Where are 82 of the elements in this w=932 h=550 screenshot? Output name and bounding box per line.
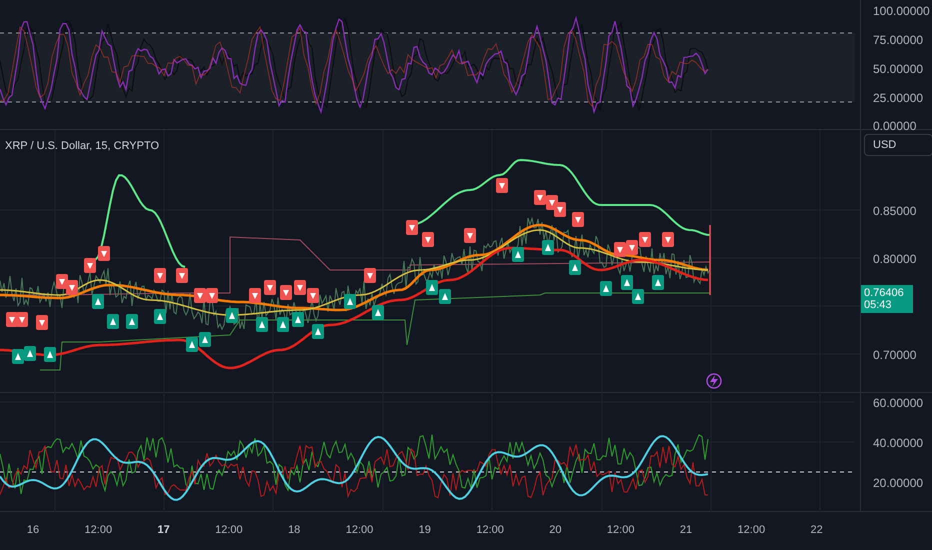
buy-signal-icon — [107, 314, 119, 329]
buy-signal-icon — [226, 308, 238, 323]
sell-signal-icon — [534, 190, 546, 205]
sell-signal-icon — [639, 232, 651, 247]
currency-button[interactable]: USD — [864, 134, 932, 156]
sell-signal-icon — [364, 268, 376, 283]
sell-signal-icon — [307, 288, 319, 303]
buy-signal-icon — [652, 275, 664, 290]
sell-signal-icon — [496, 178, 508, 193]
sell-signal-icon — [206, 288, 218, 303]
axis-label: 0.70000 — [873, 348, 916, 362]
sell-signal-icon — [406, 220, 418, 235]
time-label: 17 — [157, 524, 170, 536]
axis-label: 20.00000 — [873, 476, 924, 490]
axis-label: 0.80000 — [873, 252, 916, 266]
axis-label: 0.85000 — [873, 204, 916, 218]
sell-signal-icon — [154, 268, 166, 283]
chart-title: XRP / U.S. Dollar, 15, CRYPTO — [5, 140, 160, 152]
time-label: 12:00 — [738, 524, 766, 536]
axis-label: 40.00000 — [873, 436, 924, 450]
buy-signal-icon — [199, 332, 211, 347]
time-label: 21 — [680, 524, 692, 536]
axis-label: 60.00000 — [873, 396, 924, 410]
time-label: 12:00 — [476, 524, 504, 536]
buy-signal-icon — [24, 346, 36, 361]
lightning-icon — [706, 373, 722, 389]
axis-label: 25.00000 — [873, 91, 924, 105]
sell-signal-icon — [249, 288, 261, 303]
sell-signal-icon — [614, 242, 626, 257]
buy-signal-icon — [256, 317, 268, 332]
buy-signal-icon — [344, 294, 356, 309]
buy-signal-icon — [12, 349, 24, 364]
time-label: 12:00 — [215, 524, 243, 536]
time-label: 18 — [288, 524, 300, 536]
last-bar-line — [709, 225, 711, 295]
buy-signal-icon — [600, 281, 612, 296]
buy-signal-icon — [126, 314, 138, 329]
buy-signal-icon — [372, 305, 384, 320]
sell-signal-icon — [194, 288, 206, 303]
sell-signal-icon — [464, 228, 476, 243]
buy-signal-icon — [312, 324, 324, 339]
buy-signal-icon — [186, 337, 198, 352]
time-label: 19 — [418, 524, 431, 536]
buy-signal-icon — [426, 280, 438, 295]
sell-signal-icon — [36, 315, 48, 330]
sell-signal-icon — [280, 285, 292, 300]
buy-signal-icon — [621, 275, 633, 290]
axis-label: 100.00000 — [873, 4, 930, 18]
sell-signal-icon — [56, 274, 68, 289]
buy-signal-icon — [292, 312, 304, 327]
sell-signal-icon — [66, 280, 78, 295]
time-label: 12:00 — [606, 524, 634, 536]
sell-signal-icon — [294, 280, 306, 295]
buy-signal-icon — [542, 240, 554, 255]
sell-signal-icon — [572, 212, 584, 227]
time-label: 12:00 — [346, 524, 374, 536]
buy-signal-icon — [277, 317, 289, 332]
time-label: 12:00 — [84, 524, 112, 536]
sell-signal-icon — [16, 312, 28, 327]
time-label: 20 — [549, 524, 562, 536]
buy-signal-icon — [632, 289, 644, 304]
countdown-label: 05:43 — [864, 299, 893, 311]
buy-signal-icon — [512, 247, 524, 262]
sell-signal-icon — [176, 268, 188, 283]
buy-signal-icon — [569, 260, 581, 275]
sell-signal-icon — [662, 232, 674, 247]
sell-signal-icon — [98, 246, 110, 261]
sell-signal-icon — [84, 258, 96, 273]
sell-signal-icon — [422, 232, 434, 247]
axis-label: 50.00000 — [873, 62, 924, 76]
time-label: 22 — [810, 524, 823, 536]
sell-signal-icon — [626, 240, 638, 255]
price-label: 0.76406 — [864, 287, 905, 299]
axis-label: 0.00000 — [873, 119, 916, 133]
time-label: 16 — [26, 524, 40, 536]
buy-signal-icon — [439, 289, 451, 304]
buy-signal-icon — [44, 347, 56, 362]
buy-signal-icon — [154, 309, 166, 324]
sell-signal-icon — [264, 280, 276, 295]
buy-signal-icon — [92, 294, 104, 309]
axis-label: 75.00000 — [873, 33, 924, 47]
sell-signal-icon — [554, 202, 566, 217]
